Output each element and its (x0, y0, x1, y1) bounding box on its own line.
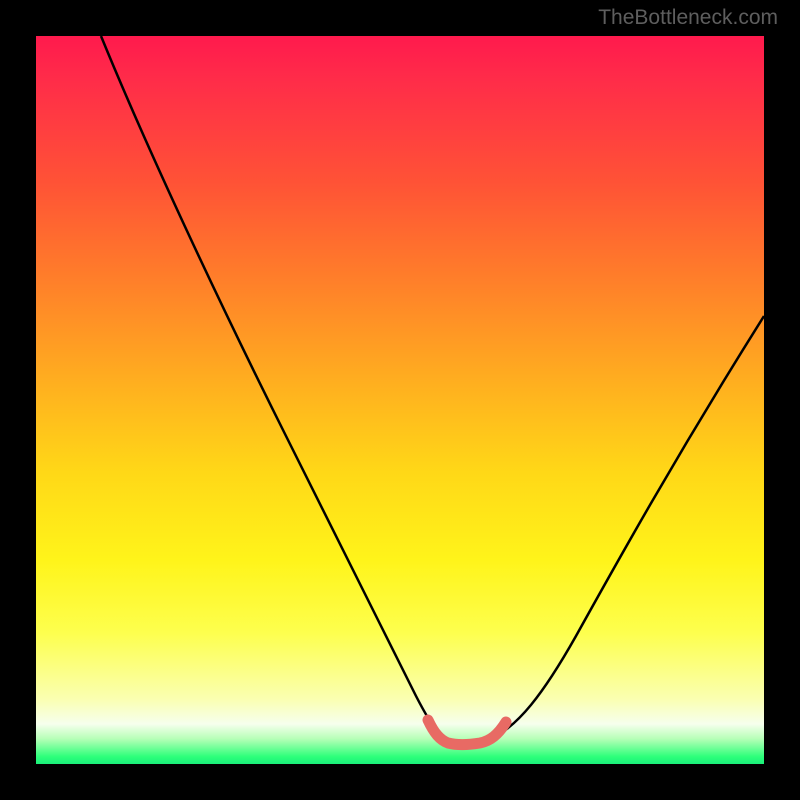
black-curve (101, 36, 764, 744)
watermark-text: TheBottleneck.com (598, 6, 778, 30)
chart-frame: TheBottleneck.com (0, 0, 800, 800)
plot-area (36, 36, 764, 764)
curve-layer (36, 36, 764, 764)
pink-bottom-segment (428, 720, 506, 745)
